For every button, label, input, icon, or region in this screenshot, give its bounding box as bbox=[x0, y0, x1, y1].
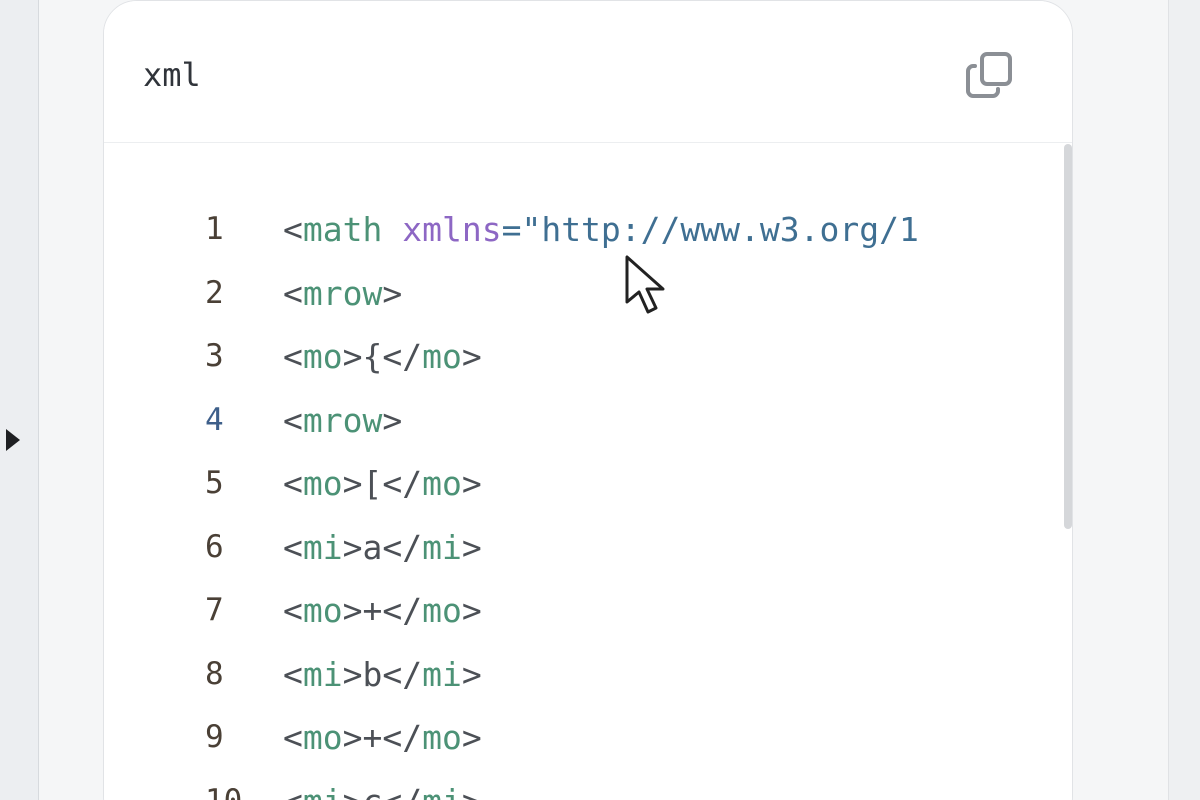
code-token: mi bbox=[422, 527, 462, 567]
code-token: mo bbox=[302, 464, 343, 503]
code-token: > bbox=[461, 654, 482, 694]
code-block-header: xml bbox=[104, 1, 1072, 143]
code-token: > bbox=[461, 718, 482, 757]
code-line: 4 <mrow> bbox=[104, 389, 1066, 453]
code-token: mo bbox=[422, 591, 462, 630]
code-line: 9 <mo>+</mo> bbox=[104, 706, 1066, 770]
line-number: 2 bbox=[205, 274, 224, 311]
triangle-right-icon[interactable] bbox=[6, 429, 20, 451]
code-token: mo bbox=[302, 591, 343, 630]
code-line: 5 <mo>[</mo> bbox=[104, 452, 1066, 516]
code-token: xmlns bbox=[402, 210, 502, 249]
line-number: 6 bbox=[205, 528, 224, 565]
code-token: mo bbox=[302, 718, 343, 757]
code-text[interactable]: <mo>+</mo> bbox=[283, 579, 1065, 643]
code-token: mo bbox=[422, 337, 462, 376]
code-token: mi bbox=[303, 782, 343, 800]
code-line: 2 <mrow> bbox=[104, 262, 1066, 326]
line-number: 4 bbox=[205, 401, 224, 438]
code-line: 10 <mi>c</mi> bbox=[104, 770, 1066, 800]
code-token: mo bbox=[422, 464, 462, 503]
code-token: < bbox=[283, 718, 303, 757]
code-token: math bbox=[302, 210, 383, 249]
code-token: mi bbox=[422, 782, 462, 800]
vertical-scrollbar[interactable] bbox=[1064, 144, 1072, 529]
code-token: > bbox=[461, 591, 482, 630]
line-number: 3 bbox=[205, 338, 224, 374]
code-token: < bbox=[283, 400, 303, 440]
code-text[interactable]: <mi>c</mi> bbox=[283, 770, 1065, 800]
code-lines: 1 <math xmlns="http://www.w3.org/1 2 <mrow… bbox=[104, 198, 1066, 800]
code-token: mi bbox=[422, 654, 462, 694]
code-text[interactable]: <mi>b</mi> bbox=[283, 643, 1065, 707]
code-token: < bbox=[283, 782, 303, 800]
code-token: < bbox=[283, 273, 303, 313]
code-line: 3 <mo>{</mo> bbox=[104, 325, 1066, 389]
code-token: mo bbox=[422, 718, 462, 757]
code-text[interactable]: <mo>{</mo> bbox=[283, 325, 1065, 389]
code-language-label: xml bbox=[143, 56, 201, 94]
right-edge-panel bbox=[1168, 0, 1200, 800]
code-token: >b</ bbox=[342, 654, 423, 694]
code-line: 6 <mi>a</mi> bbox=[104, 516, 1066, 580]
line-number: 9 bbox=[205, 719, 224, 755]
code-text[interactable]: <mi>a</mi> bbox=[283, 516, 1065, 580]
code-token: < bbox=[283, 337, 303, 376]
code-token: < bbox=[283, 464, 303, 503]
code-token: >a</ bbox=[342, 527, 423, 567]
code-token: >+</ bbox=[342, 591, 423, 630]
code-token: < bbox=[283, 527, 303, 567]
code-text[interactable]: <math xmlns="http://www.w3.org/1 bbox=[283, 198, 1065, 262]
code-token: > bbox=[461, 337, 482, 376]
code-token: mi bbox=[302, 527, 343, 567]
copy-icon bbox=[966, 52, 1012, 98]
line-number: 7 bbox=[205, 592, 224, 628]
code-text[interactable]: <mo>+</mo> bbox=[283, 706, 1065, 770]
code-text[interactable]: <mrow> bbox=[283, 262, 1065, 326]
line-number: 8 bbox=[205, 655, 224, 692]
left-sidebar bbox=[0, 0, 39, 800]
line-number: 5 bbox=[205, 465, 224, 501]
line-number: 10 bbox=[205, 770, 242, 800]
code-token: > bbox=[382, 273, 403, 313]
code-token: > bbox=[382, 400, 403, 440]
copy-code-button[interactable] bbox=[959, 46, 1021, 104]
code-line: 8 <mi>b</mi> bbox=[104, 643, 1066, 707]
code-token: >[</ bbox=[342, 464, 423, 503]
code-token: < bbox=[283, 654, 303, 694]
code-token: mi bbox=[302, 654, 343, 694]
code-text[interactable]: <mo>[</mo> bbox=[283, 452, 1065, 516]
line-number: 1 bbox=[205, 211, 224, 247]
code-token: > bbox=[461, 527, 482, 567]
code-token: = bbox=[501, 210, 522, 249]
code-token: mrow bbox=[302, 400, 383, 440]
code-token: < bbox=[283, 591, 303, 630]
code-line: 7 <mo>+</mo> bbox=[104, 579, 1066, 643]
code-token: mrow bbox=[302, 273, 383, 313]
code-token: "http://www.w3.org/1 bbox=[521, 210, 919, 249]
code-token: > bbox=[462, 782, 482, 800]
code-token: >+</ bbox=[342, 718, 423, 757]
code-token: >{</ bbox=[342, 337, 423, 376]
code-token: > bbox=[461, 464, 482, 503]
code-token: < bbox=[283, 210, 303, 249]
code-editor[interactable]: 1 <math xmlns="http://www.w3.org/1 2 <mrow… bbox=[104, 144, 1072, 800]
code-token: mo bbox=[302, 337, 343, 376]
app-window: xml 1 <math xmlns="http://www.w3.org/1 2 <… bbox=[0, 0, 1200, 800]
code-line: 1 <math xmlns="http://www.w3.org/1 bbox=[104, 198, 1066, 262]
code-token: >c</ bbox=[343, 782, 422, 800]
xml-code-block: xml 1 <math xmlns="http://www.w3.org/1 2 <… bbox=[103, 0, 1073, 800]
code-text[interactable]: <mrow> bbox=[283, 389, 1065, 453]
